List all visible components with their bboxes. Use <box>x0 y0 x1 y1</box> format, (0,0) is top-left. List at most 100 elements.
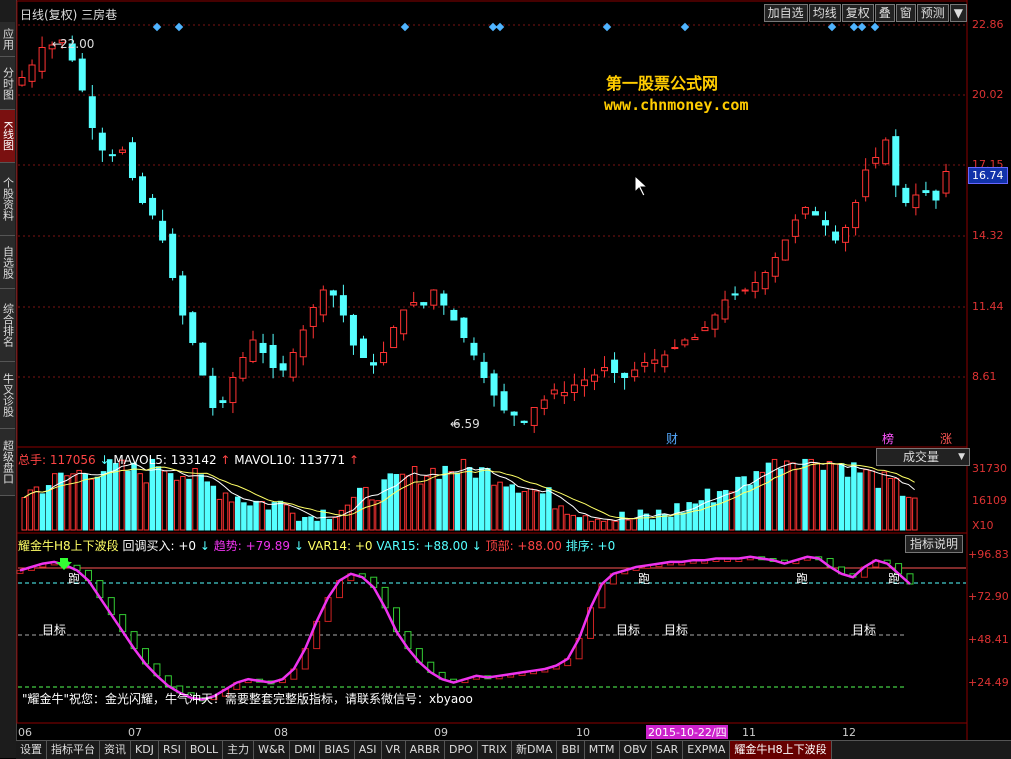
tab-11[interactable]: VR <box>382 741 406 759</box>
candle <box>902 183 910 207</box>
candle <box>128 137 136 181</box>
date-highlight: 2015-10-22/四 <box>648 726 727 739</box>
sidebar-item-watchlist[interactable]: 自选股 <box>0 236 15 289</box>
marker-rise[interactable]: 涨 <box>940 431 952 446</box>
volume-bar <box>174 479 180 531</box>
tab-8[interactable]: DMI <box>290 741 321 759</box>
window-button[interactable]: 窗 <box>895 4 916 22</box>
tab-7[interactable]: W&R <box>254 741 291 759</box>
marker-rank[interactable]: 榜 <box>882 431 894 446</box>
volume-bar <box>308 516 314 531</box>
candle <box>359 335 367 359</box>
toolbar-dropdown-button[interactable]: ▼ <box>949 4 967 22</box>
volume-bar <box>686 502 692 531</box>
tab-18[interactable]: OBV <box>620 741 652 759</box>
tab-2[interactable]: 资讯 <box>100 741 131 759</box>
tab-10[interactable]: ASI <box>355 741 382 759</box>
candle <box>842 224 850 252</box>
volume-bar <box>399 473 406 531</box>
volume-bar <box>326 518 332 531</box>
volume-bar <box>137 473 143 531</box>
tab-0[interactable]: 设置 <box>16 741 47 759</box>
tab-13[interactable]: DPO <box>445 741 478 759</box>
tab-19[interactable]: SAR <box>652 741 684 759</box>
volume-bar <box>893 477 900 531</box>
volume-bar <box>296 520 302 531</box>
volume-bar <box>497 481 503 531</box>
sidebar-item-intraday[interactable]: 分时图 <box>0 57 15 110</box>
tab-21[interactable]: 耀金牛H8上下波段 <box>730 741 832 759</box>
volume-bar <box>601 520 607 531</box>
candle <box>801 206 809 220</box>
marker-finance[interactable]: 财 <box>666 432 678 446</box>
volume-bar <box>186 478 192 531</box>
volume-bar <box>875 487 881 531</box>
candle <box>721 290 729 323</box>
tab-5[interactable]: BOLL <box>186 741 224 759</box>
tab-20[interactable]: EXPMA <box>683 741 731 759</box>
candle <box>731 286 739 300</box>
forecast-button[interactable]: 预测 <box>916 4 949 22</box>
svg-text:07: 07 <box>128 726 142 739</box>
indicator-top: 顶部: +88.00 <box>485 539 562 553</box>
candle <box>570 373 578 401</box>
tab-3[interactable]: KDJ <box>131 741 159 759</box>
svg-text:目标: 目标 <box>42 623 66 637</box>
volume-bar <box>143 482 149 531</box>
adjust-button[interactable]: 复权 <box>841 4 874 22</box>
tab-15[interactable]: 新DMA <box>512 741 558 759</box>
tab-12[interactable]: ARBR <box>406 741 446 759</box>
candle <box>239 352 247 382</box>
signal-diamonds <box>152 22 880 32</box>
svg-text:←: ← <box>450 417 460 431</box>
svg-text:10: 10 <box>576 726 590 739</box>
volume-bar <box>881 471 888 531</box>
tab-9[interactable]: BIAS <box>320 741 355 759</box>
candle <box>149 194 157 220</box>
volume-bar <box>52 473 58 531</box>
candle <box>38 36 46 79</box>
sidebar-item-kline[interactable]: K线图 <box>0 110 15 163</box>
tab-4[interactable]: RSI <box>159 741 186 759</box>
volume-indicator-select[interactable]: 成交量 ▼ <box>876 448 970 466</box>
tab-17[interactable]: MTM <box>585 741 620 759</box>
candle <box>209 367 217 416</box>
volume-bar <box>503 486 509 531</box>
sidebar-item-super-panel[interactable]: 超级盘口 <box>0 429 15 496</box>
moving-average-button[interactable]: 均线 <box>808 4 841 22</box>
tab-6[interactable]: 主力 <box>223 741 255 759</box>
volume-bar <box>631 518 637 531</box>
volume-bar <box>649 519 656 531</box>
volume-bar <box>222 492 229 531</box>
indicator-help-button[interactable]: 指标说明 <box>905 535 964 553</box>
candle <box>791 214 799 244</box>
volume-bar <box>576 517 583 531</box>
tab-1[interactable]: 指标平台 <box>47 741 100 759</box>
volume-bar <box>94 476 101 531</box>
volume-bar <box>485 468 491 531</box>
mouse-cursor-icon <box>634 174 649 197</box>
sidebar-item-apps[interactable]: 应用 <box>0 22 15 57</box>
volume-bar <box>838 463 845 531</box>
sidebar-item-ranking[interactable]: 综合排名 <box>0 289 15 362</box>
sidebar-item-diagnosis[interactable]: 牛叉诊股 <box>0 362 15 429</box>
volume-bar <box>527 488 534 531</box>
volume-bar <box>454 472 461 531</box>
volume-bar <box>198 474 204 531</box>
candle <box>781 239 789 261</box>
indicator-trend: 趋势: +79.89 <box>213 539 291 553</box>
tab-16[interactable]: BBI <box>557 741 585 759</box>
main-chart-area[interactable]: 22.00 6.59 ← ← 财 榜 涨 2015-10-22/四 06 07 … <box>16 0 1011 740</box>
tab-14[interactable]: TRIX <box>478 741 512 759</box>
svg-text:跑: 跑 <box>796 572 808 586</box>
candle <box>169 228 177 281</box>
volume-bar <box>33 486 40 531</box>
svg-text:目标: 目标 <box>852 623 876 637</box>
x-axis-labels: 06 07 08 09 10 11 12 <box>18 726 856 739</box>
add-watchlist-button[interactable]: 加自选 <box>763 4 808 22</box>
high-price-label: 22.00 <box>60 37 94 51</box>
overlay-button[interactable]: 叠 <box>874 4 895 22</box>
volume-select-value: 成交量 <box>903 450 940 464</box>
candle <box>349 313 357 355</box>
sidebar-item-stock-info[interactable]: 个股资料 <box>0 163 15 236</box>
